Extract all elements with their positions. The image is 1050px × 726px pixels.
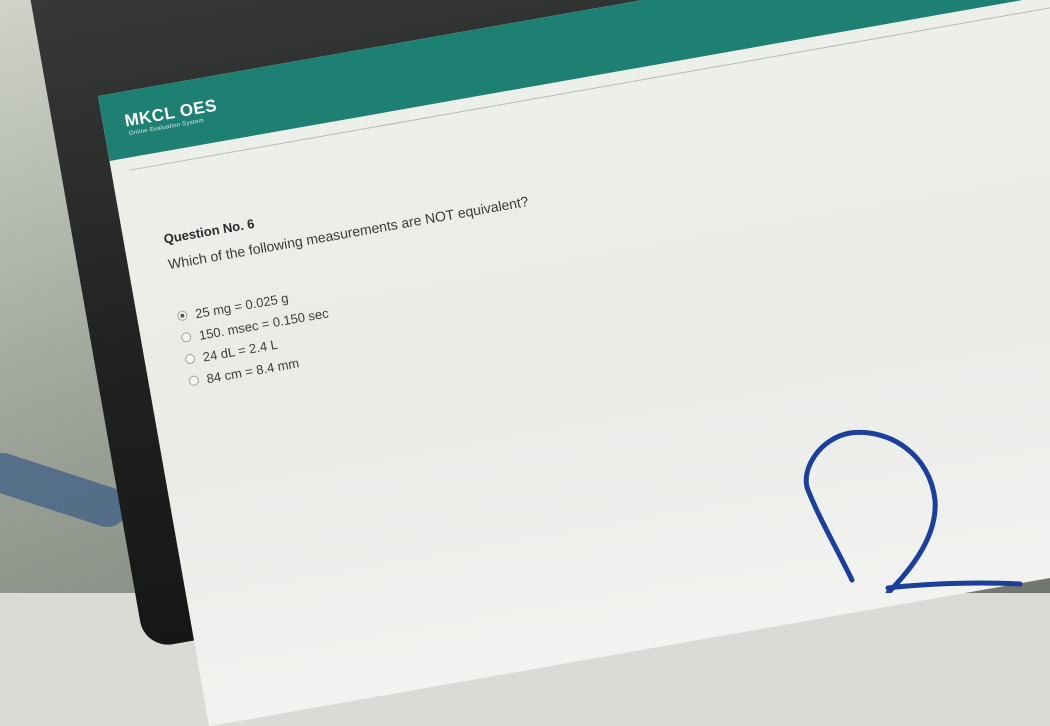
handwritten-scribble <box>803 429 1023 593</box>
